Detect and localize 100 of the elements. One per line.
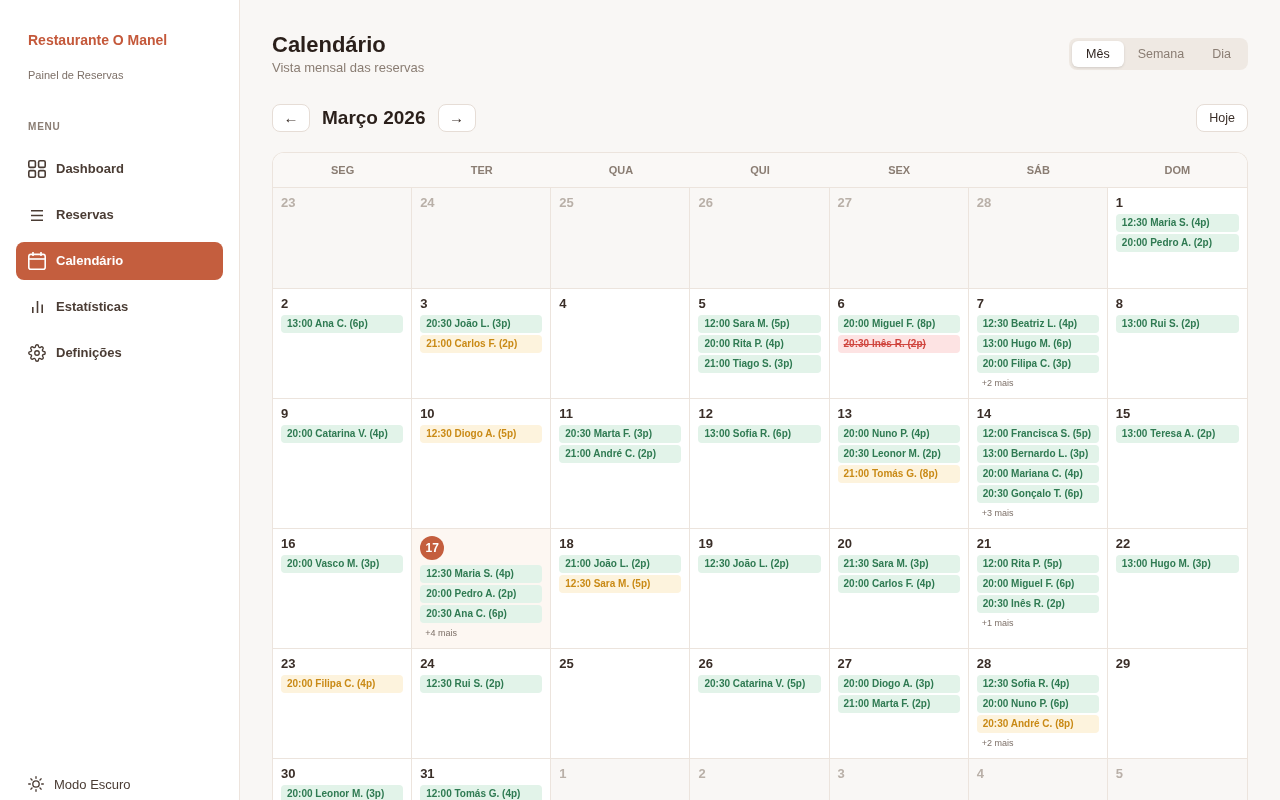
day-number: 11 <box>559 406 574 422</box>
sidebar-nav-item[interactable]: Reservas <box>16 196 223 234</box>
reservation-entry[interactable]: 21:00 Marta F. (2p) <box>837 695 960 713</box>
reservation-entry[interactable]: 20:30 Ana C. (6p) <box>420 605 543 623</box>
day-number: 5 <box>1115 766 1124 782</box>
reservation-entry[interactable]: 21:00 Carlos F. (2p) <box>420 335 543 353</box>
reservation-entry[interactable]: 12:00 Francisca S. (5p) <box>976 425 1099 443</box>
reservation-entry[interactable]: 20:00 Pedro A. (2p) <box>1115 234 1239 252</box>
today-day-number: 17 <box>420 536 445 560</box>
day-number: 6 <box>837 296 845 312</box>
day-number: 4 <box>976 766 984 782</box>
reservation-entry[interactable]: 21:00 João L. (2p) <box>559 555 682 573</box>
day-number: 13 <box>837 406 853 422</box>
today-button[interactable]: Hoje <box>1196 104 1248 132</box>
reservation-entry[interactable]: 20:00 Filipa C. (3p) <box>976 355 1099 373</box>
reservation-entry[interactable]: 13:00 Teresa A. (2p) <box>1115 425 1239 443</box>
reservation-entry[interactable]: 20:30 Inês R. (2p) <box>976 595 1099 613</box>
weekday-label: DOM <box>1163 163 1192 177</box>
reservation-entry[interactable]: 20:00 Rita P. (4p) <box>698 335 821 353</box>
reservation-entry[interactable]: 21:00 Tiago S. (3p) <box>698 355 821 373</box>
reservation-entry[interactable]: 21:00 Tomás G. (8p) <box>837 465 960 483</box>
day-number: 30 <box>281 766 296 782</box>
reservation-entry[interactable]: 20:00 Miguel F. (6p) <box>976 575 1099 593</box>
view-tab[interactable]: Mês <box>1072 41 1124 67</box>
reservation-entry[interactable]: 12:00 Tomás G. (4p) <box>420 785 543 800</box>
reservation-entry[interactable]: 13:00 Bernardo L. (3p) <box>976 445 1099 463</box>
day-number: 27 <box>837 656 853 672</box>
day-number: 24 <box>420 656 435 672</box>
bar-chart-icon <box>31 301 43 313</box>
reservation-entry[interactable]: 20:00 Carlos F. (4p) <box>837 575 960 593</box>
reservation-entry[interactable]: 12:30 João L. (2p) <box>698 555 821 573</box>
reservation-entry[interactable]: 13:00 Hugo M. (6p) <box>976 335 1099 353</box>
page-title: Calendário <box>272 31 387 59</box>
reservation-entry[interactable]: 20:30 Marta F. (3p) <box>559 425 682 443</box>
page-subtitle: Vista mensal das reservas <box>272 59 425 77</box>
sidebar-nav-item[interactable]: Calendário <box>16 242 223 280</box>
next-month-button[interactable]: → <box>437 104 476 132</box>
more-reservations-link[interactable]: +3 mais <box>981 508 1014 518</box>
sidebar-nav-item[interactable]: Definições <box>16 334 223 372</box>
day-number: 24 <box>420 195 435 211</box>
day-number: 25 <box>559 195 574 211</box>
reservation-entry[interactable]: 20:30 Gonçalo T. (6p) <box>976 485 1099 503</box>
day-number: 29 <box>1115 656 1131 672</box>
reservation-entry[interactable]: 21:30 Sara M. (3p) <box>837 555 960 573</box>
reservation-entry[interactable]: 20:00 Pedro A. (2p) <box>420 585 543 603</box>
reservation-entry[interactable]: 20:00 Nuno P. (4p) <box>837 425 960 443</box>
reservation-entry[interactable]: 20:30 Leonor M. (2p) <box>837 445 960 463</box>
reservation-entry[interactable]: 20:30 André C. (8p) <box>976 715 1099 733</box>
previous-month-button[interactable]: ← <box>272 104 310 132</box>
reservation-entry[interactable]: 12:30 Maria S. (4p) <box>420 565 543 583</box>
more-reservations-link[interactable]: +2 mais <box>981 738 1014 748</box>
reservation-entry[interactable]: 12:30 Sara M. (5p) <box>559 575 682 593</box>
reservation-entry[interactable]: 20:00 Mariana C. (4p) <box>976 465 1099 483</box>
weekday-label: SÁB <box>1025 163 1051 177</box>
day-number: 3 <box>837 766 845 782</box>
reservation-entry[interactable]: 21:00 André C. (2p) <box>559 445 682 463</box>
reservation-entry[interactable]: 20:30 João L. (3p) <box>420 315 543 333</box>
reservation-entry[interactable]: 20:30 Catarina V. (5p) <box>698 675 821 693</box>
reservation-entry[interactable]: 20:00 Nuno P. (6p) <box>976 695 1099 713</box>
list-icon <box>31 209 43 221</box>
sidebar-nav-item[interactable]: Dashboard <box>16 150 223 188</box>
day-number: 28 <box>976 195 992 211</box>
reservation-entry[interactable]: 20:00 Catarina V. (4p) <box>281 425 404 443</box>
reservation-entry[interactable]: 13:00 Rui S. (2p) <box>1115 315 1239 333</box>
day-number: 4 <box>559 296 567 312</box>
reservation-entry[interactable]: 20:30 Inês R. (2p) <box>837 335 960 353</box>
reservation-entry[interactable]: 12:00 Rita P. (5p) <box>976 555 1099 573</box>
day-number: 5 <box>698 296 706 312</box>
day-number: 14 <box>976 406 992 422</box>
brand-name: Restaurante O Manel <box>28 31 169 50</box>
reservation-entry[interactable]: 12:30 Diogo A. (5p) <box>420 425 543 443</box>
more-reservations-link[interactable]: +1 mais <box>981 618 1014 628</box>
sidebar-nav-item[interactable]: Estatísticas <box>16 288 223 326</box>
reservation-entry[interactable]: 20:00 Filipa C. (4p) <box>281 675 404 693</box>
month-title: Março 2026 <box>322 106 426 130</box>
calendar-icon <box>28 252 46 270</box>
reservation-entry[interactable]: 12:30 Maria S. (4p) <box>1115 214 1239 232</box>
reservation-entry[interactable]: 20:00 Diogo A. (3p) <box>837 675 960 693</box>
reservation-entry[interactable]: 13:00 Hugo M. (3p) <box>1115 555 1239 573</box>
reservation-entry[interactable]: 12:30 Rui S. (2p) <box>420 675 543 693</box>
day-number: 22 <box>1115 536 1131 552</box>
reservation-entry[interactable]: 13:00 Ana C. (6p) <box>281 315 404 333</box>
sun-icon <box>28 776 44 793</box>
view-tab[interactable]: Dia <box>1198 41 1245 67</box>
reservation-entry[interactable]: 13:00 Sofia R. (6p) <box>698 425 821 443</box>
reservation-entry[interactable]: 20:00 Leonor M. (3p) <box>281 785 404 800</box>
reservation-entry[interactable]: 20:00 Vasco M. (3p) <box>281 555 404 573</box>
reservation-entry[interactable]: 12:00 Sara M. (5p) <box>698 315 821 333</box>
day-number: 8 <box>1115 296 1124 312</box>
weekday-label: TER <box>469 163 494 177</box>
more-reservations-link[interactable]: +2 mais <box>981 378 1014 388</box>
day-number: 18 <box>559 536 574 552</box>
reservation-entry[interactable]: 12:30 Beatriz L. (4p) <box>976 315 1099 333</box>
view-tab[interactable]: Semana <box>1123 41 1199 67</box>
dark-mode-toggle[interactable]: Modo Escuro <box>28 774 131 794</box>
day-number: 12 <box>698 406 713 422</box>
reservation-entry[interactable]: 20:00 Miguel F. (8p) <box>837 315 960 333</box>
day-number: 26 <box>698 656 713 672</box>
more-reservations-link[interactable]: +4 mais <box>425 628 457 638</box>
reservation-entry[interactable]: 12:30 Sofia R. (4p) <box>976 675 1099 693</box>
